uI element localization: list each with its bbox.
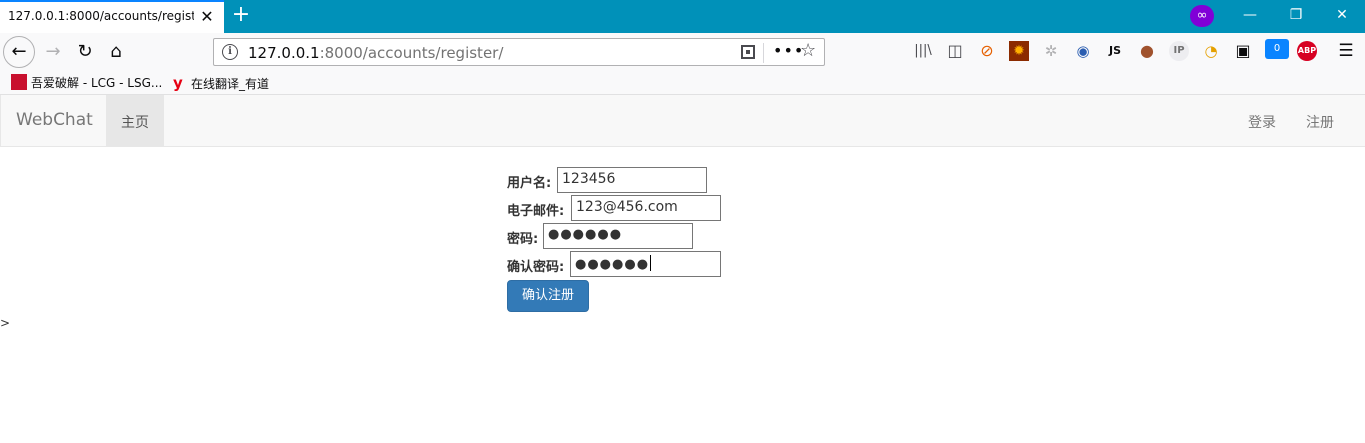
menu-icon[interactable]: ☰ bbox=[1336, 41, 1356, 61]
back-button[interactable]: ← bbox=[3, 36, 35, 68]
cookie-extension-icon[interactable]: ● bbox=[1137, 41, 1157, 61]
52pojie-logo-icon bbox=[11, 74, 27, 90]
url-host: 127.0.0.1 bbox=[248, 44, 320, 62]
extension-icon-4[interactable]: ◉ bbox=[1073, 41, 1093, 61]
browser-toolbar: ← → ↻ ⌂ i 127.0.0.1:8000/accounts/regist… bbox=[0, 33, 1365, 71]
bookmark-star-icon[interactable]: ☆ bbox=[800, 40, 816, 61]
forward-button[interactable]: → bbox=[38, 37, 68, 67]
bookmark-52pojie[interactable]: 吾爱破解 - LCG - LSG... bbox=[11, 74, 162, 92]
youdao-logo-icon: y bbox=[173, 74, 183, 92]
confirm-password-label: 确认密码: bbox=[507, 260, 565, 275]
username-input[interactable]: 123456 bbox=[557, 167, 707, 193]
stray-text: > bbox=[0, 316, 11, 330]
site-info-icon[interactable]: i bbox=[222, 44, 238, 60]
bookmarks-bar: 吾爱破解 - LCG - LSG... y 在线翻译_有道 bbox=[0, 71, 1365, 95]
extension-icon-3[interactable]: ✲ bbox=[1041, 41, 1061, 61]
email-label: 电子邮件: bbox=[507, 204, 565, 219]
tab-strip: 127.0.0.1:8000/accounts/register/ ✕ + ∞ … bbox=[0, 0, 1365, 33]
nav-item-register[interactable]: 注册 bbox=[1306, 112, 1334, 132]
username-label: 用户名: bbox=[507, 176, 552, 191]
url-bar[interactable]: i 127.0.0.1:8000/accounts/register/ ••• … bbox=[213, 38, 825, 66]
js-extension-icon[interactable]: JS bbox=[1105, 41, 1125, 61]
site-brand[interactable]: WebChat bbox=[16, 110, 93, 130]
confirm-password-value: ●●●●●● bbox=[575, 257, 650, 272]
minimize-button[interactable]: — bbox=[1227, 0, 1273, 33]
maximize-button[interactable]: ❐ bbox=[1273, 0, 1319, 33]
nav-item-login[interactable]: 登录 bbox=[1248, 112, 1276, 132]
library-icon[interactable]: |||\ bbox=[913, 41, 933, 61]
extension-icon-9[interactable]: ▣ bbox=[1233, 41, 1253, 61]
extension-icon-8[interactable]: ◔ bbox=[1201, 41, 1221, 61]
confirm-password-input[interactable]: ●●●●●● bbox=[570, 251, 721, 277]
tab-title: 127.0.0.1:8000/accounts/register/ bbox=[8, 9, 194, 23]
register-submit-button[interactable]: 确认注册 bbox=[507, 280, 589, 312]
adblock-plus-icon[interactable]: ABP bbox=[1297, 41, 1317, 61]
ip-extension-icon[interactable]: IP bbox=[1169, 41, 1189, 61]
url-text[interactable]: 127.0.0.1:8000/accounts/register/ bbox=[248, 44, 503, 62]
new-tab-button[interactable]: + bbox=[230, 4, 252, 26]
nav-home-label: 主页 bbox=[121, 115, 149, 131]
sidebar-icon[interactable]: ◫ bbox=[945, 41, 965, 61]
qr-code-icon[interactable] bbox=[741, 45, 755, 59]
close-tab-icon[interactable]: ✕ bbox=[199, 8, 215, 26]
blocker-extension-icon[interactable]: ⊘ bbox=[977, 41, 997, 61]
notification-extension-icon[interactable]: 0 bbox=[1265, 39, 1289, 59]
bookmark-label: 在线翻译_有道 bbox=[191, 77, 270, 91]
reload-button[interactable]: ↻ bbox=[70, 37, 100, 67]
tab-register[interactable]: 127.0.0.1:8000/accounts/register/ ✕ bbox=[0, 0, 224, 33]
url-path: :8000/accounts/register/ bbox=[319, 44, 504, 62]
site-navbar: WebChat 主页 登录 注册 bbox=[0, 95, 1365, 147]
text-caret bbox=[650, 255, 652, 271]
bookmark-youdao[interactable]: y 在线翻译_有道 bbox=[173, 74, 269, 92]
home-button[interactable]: ⌂ bbox=[101, 37, 131, 67]
extension-icon-2[interactable]: ✹ bbox=[1009, 41, 1029, 61]
close-window-button[interactable]: ✕ bbox=[1319, 0, 1365, 33]
url-divider bbox=[763, 43, 764, 63]
email-input[interactable]: 123@456.com bbox=[571, 195, 721, 221]
password-input[interactable]: ●●●●●● bbox=[543, 223, 693, 249]
nav-item-home[interactable]: 主页 bbox=[106, 95, 164, 146]
private-browsing-icon: ∞ bbox=[1190, 5, 1214, 27]
password-label: 密码: bbox=[507, 232, 539, 247]
bookmark-label: 吾爱破解 - LCG - LSG... bbox=[31, 76, 163, 90]
